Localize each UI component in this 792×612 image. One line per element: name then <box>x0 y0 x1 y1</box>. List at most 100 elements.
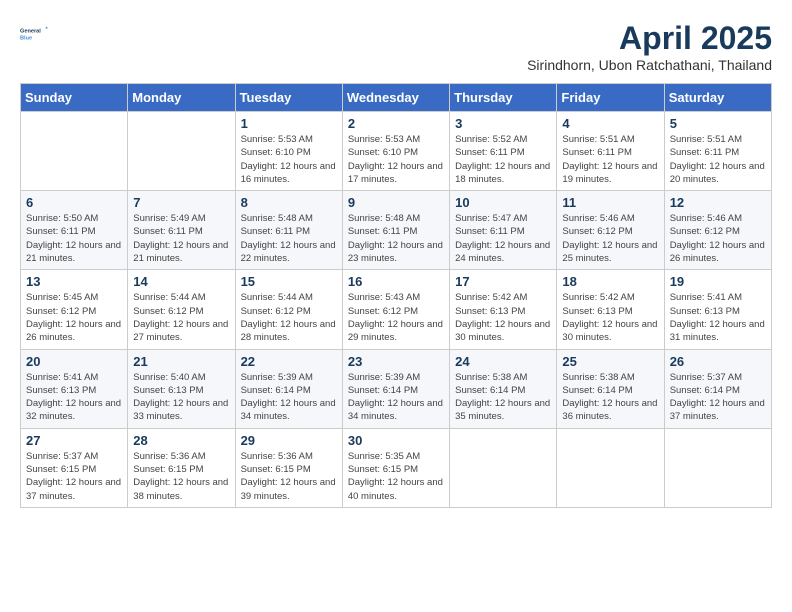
calendar-cell: 30 Sunrise: 5:35 AM Sunset: 6:15 PM Dayli… <box>342 428 449 507</box>
calendar-cell: 16 Sunrise: 5:43 AM Sunset: 6:12 PM Dayli… <box>342 270 449 349</box>
day-number: 29 <box>241 433 337 448</box>
day-number: 18 <box>562 274 658 289</box>
month-title: April 2025 <box>527 20 772 57</box>
calendar-cell <box>557 428 664 507</box>
day-number: 12 <box>670 195 766 210</box>
day-info: Sunrise: 5:53 AM Sunset: 6:10 PM Dayligh… <box>348 133 444 186</box>
day-info: Sunrise: 5:49 AM Sunset: 6:11 PM Dayligh… <box>133 212 229 265</box>
day-info: Sunrise: 5:37 AM Sunset: 6:15 PM Dayligh… <box>26 450 122 503</box>
day-number: 7 <box>133 195 229 210</box>
day-info: Sunrise: 5:42 AM Sunset: 6:13 PM Dayligh… <box>562 291 658 344</box>
calendar-cell: 27 Sunrise: 5:37 AM Sunset: 6:15 PM Dayli… <box>21 428 128 507</box>
calendar-cell: 12 Sunrise: 5:46 AM Sunset: 6:12 PM Dayli… <box>664 191 771 270</box>
day-number: 17 <box>455 274 551 289</box>
day-info: Sunrise: 5:46 AM Sunset: 6:12 PM Dayligh… <box>562 212 658 265</box>
calendar-cell <box>450 428 557 507</box>
day-number: 13 <box>26 274 122 289</box>
calendar-cell: 9 Sunrise: 5:48 AM Sunset: 6:11 PM Daylig… <box>342 191 449 270</box>
day-info: Sunrise: 5:38 AM Sunset: 6:14 PM Dayligh… <box>562 371 658 424</box>
day-number: 11 <box>562 195 658 210</box>
day-number: 21 <box>133 354 229 369</box>
day-info: Sunrise: 5:44 AM Sunset: 6:12 PM Dayligh… <box>133 291 229 344</box>
column-header-monday: Monday <box>128 84 235 112</box>
day-info: Sunrise: 5:41 AM Sunset: 6:13 PM Dayligh… <box>26 371 122 424</box>
day-number: 24 <box>455 354 551 369</box>
calendar-cell: 10 Sunrise: 5:47 AM Sunset: 6:11 PM Dayli… <box>450 191 557 270</box>
day-info: Sunrise: 5:45 AM Sunset: 6:12 PM Dayligh… <box>26 291 122 344</box>
day-info: Sunrise: 5:42 AM Sunset: 6:13 PM Dayligh… <box>455 291 551 344</box>
day-info: Sunrise: 5:48 AM Sunset: 6:11 PM Dayligh… <box>241 212 337 265</box>
day-number: 23 <box>348 354 444 369</box>
calendar-header-row: SundayMondayTuesdayWednesdayThursdayFrid… <box>21 84 772 112</box>
calendar-cell: 19 Sunrise: 5:41 AM Sunset: 6:13 PM Dayli… <box>664 270 771 349</box>
calendar-cell: 25Sunrise: 5:38 AM Sunset: 6:14 PM Dayli… <box>557 349 664 428</box>
day-info: Sunrise: 5:53 AM Sunset: 6:10 PM Dayligh… <box>241 133 337 186</box>
column-header-sunday: Sunday <box>21 84 128 112</box>
calendar-body: 1Sunrise: 5:53 AM Sunset: 6:10 PM Daylig… <box>21 112 772 508</box>
calendar-cell: 2 Sunrise: 5:53 AM Sunset: 6:10 PM Daylig… <box>342 112 449 191</box>
calendar-cell: 15 Sunrise: 5:44 AM Sunset: 6:12 PM Dayli… <box>235 270 342 349</box>
day-number: 26 <box>670 354 766 369</box>
day-info: Sunrise: 5:44 AM Sunset: 6:12 PM Dayligh… <box>241 291 337 344</box>
header: General Blue April 2025 Sirindhorn, Ubon… <box>20 20 772 73</box>
calendar-cell: 21 Sunrise: 5:40 AM Sunset: 6:13 PM Dayli… <box>128 349 235 428</box>
day-number: 2 <box>348 116 444 131</box>
calendar-cell: 5Sunrise: 5:51 AM Sunset: 6:11 PM Daylig… <box>664 112 771 191</box>
calendar-cell: 24Sunrise: 5:38 AM Sunset: 6:14 PM Dayli… <box>450 349 557 428</box>
column-header-tuesday: Tuesday <box>235 84 342 112</box>
day-number: 28 <box>133 433 229 448</box>
day-info: Sunrise: 5:46 AM Sunset: 6:12 PM Dayligh… <box>670 212 766 265</box>
day-number: 9 <box>348 195 444 210</box>
day-info: Sunrise: 5:50 AM Sunset: 6:11 PM Dayligh… <box>26 212 122 265</box>
day-number: 30 <box>348 433 444 448</box>
day-info: Sunrise: 5:36 AM Sunset: 6:15 PM Dayligh… <box>133 450 229 503</box>
svg-text:General: General <box>20 29 41 35</box>
day-number: 27 <box>26 433 122 448</box>
calendar-cell: 6 Sunrise: 5:50 AM Sunset: 6:11 PM Daylig… <box>21 191 128 270</box>
day-info: Sunrise: 5:52 AM Sunset: 6:11 PM Dayligh… <box>455 133 551 186</box>
day-info: Sunrise: 5:48 AM Sunset: 6:11 PM Dayligh… <box>348 212 444 265</box>
title-block: April 2025 Sirindhorn, Ubon Ratchathani,… <box>527 20 772 73</box>
day-number: 16 <box>348 274 444 289</box>
day-number: 22 <box>241 354 337 369</box>
week-row-1: 1Sunrise: 5:53 AM Sunset: 6:10 PM Daylig… <box>21 112 772 191</box>
day-number: 14 <box>133 274 229 289</box>
calendar-cell <box>21 112 128 191</box>
column-header-saturday: Saturday <box>664 84 771 112</box>
calendar-cell: 14 Sunrise: 5:44 AM Sunset: 6:12 PM Dayli… <box>128 270 235 349</box>
svg-text:Blue: Blue <box>20 36 32 42</box>
calendar-cell: 26Sunrise: 5:37 AM Sunset: 6:14 PM Dayli… <box>664 349 771 428</box>
calendar-cell: 28 Sunrise: 5:36 AM Sunset: 6:15 PM Dayli… <box>128 428 235 507</box>
day-info: Sunrise: 5:39 AM Sunset: 6:14 PM Dayligh… <box>241 371 337 424</box>
day-number: 10 <box>455 195 551 210</box>
day-info: Sunrise: 5:51 AM Sunset: 6:11 PM Dayligh… <box>562 133 658 186</box>
day-number: 19 <box>670 274 766 289</box>
day-number: 5 <box>670 116 766 131</box>
day-info: Sunrise: 5:47 AM Sunset: 6:11 PM Dayligh… <box>455 212 551 265</box>
day-info: Sunrise: 5:35 AM Sunset: 6:15 PM Dayligh… <box>348 450 444 503</box>
calendar-cell: 29 Sunrise: 5:36 AM Sunset: 6:15 PM Dayli… <box>235 428 342 507</box>
day-info: Sunrise: 5:41 AM Sunset: 6:13 PM Dayligh… <box>670 291 766 344</box>
day-number: 15 <box>241 274 337 289</box>
day-info: Sunrise: 5:36 AM Sunset: 6:15 PM Dayligh… <box>241 450 337 503</box>
column-header-thursday: Thursday <box>450 84 557 112</box>
logo: General Blue <box>20 20 48 48</box>
day-number: 20 <box>26 354 122 369</box>
calendar-cell: 20 Sunrise: 5:41 AM Sunset: 6:13 PM Dayli… <box>21 349 128 428</box>
calendar-cell: 13 Sunrise: 5:45 AM Sunset: 6:12 PM Dayli… <box>21 270 128 349</box>
column-header-friday: Friday <box>557 84 664 112</box>
calendar-cell: 18 Sunrise: 5:42 AM Sunset: 6:13 PM Dayli… <box>557 270 664 349</box>
column-header-wednesday: Wednesday <box>342 84 449 112</box>
calendar-cell: 17 Sunrise: 5:42 AM Sunset: 6:13 PM Dayli… <box>450 270 557 349</box>
week-row-2: 6 Sunrise: 5:50 AM Sunset: 6:11 PM Daylig… <box>21 191 772 270</box>
calendar-cell <box>664 428 771 507</box>
day-info: Sunrise: 5:39 AM Sunset: 6:14 PM Dayligh… <box>348 371 444 424</box>
day-info: Sunrise: 5:40 AM Sunset: 6:13 PM Dayligh… <box>133 371 229 424</box>
week-row-4: 20 Sunrise: 5:41 AM Sunset: 6:13 PM Dayli… <box>21 349 772 428</box>
week-row-3: 13 Sunrise: 5:45 AM Sunset: 6:12 PM Dayli… <box>21 270 772 349</box>
day-info: Sunrise: 5:43 AM Sunset: 6:12 PM Dayligh… <box>348 291 444 344</box>
calendar: SundayMondayTuesdayWednesdayThursdayFrid… <box>20 83 772 508</box>
day-number: 6 <box>26 195 122 210</box>
calendar-cell: 7 Sunrise: 5:49 AM Sunset: 6:11 PM Daylig… <box>128 191 235 270</box>
day-number: 8 <box>241 195 337 210</box>
